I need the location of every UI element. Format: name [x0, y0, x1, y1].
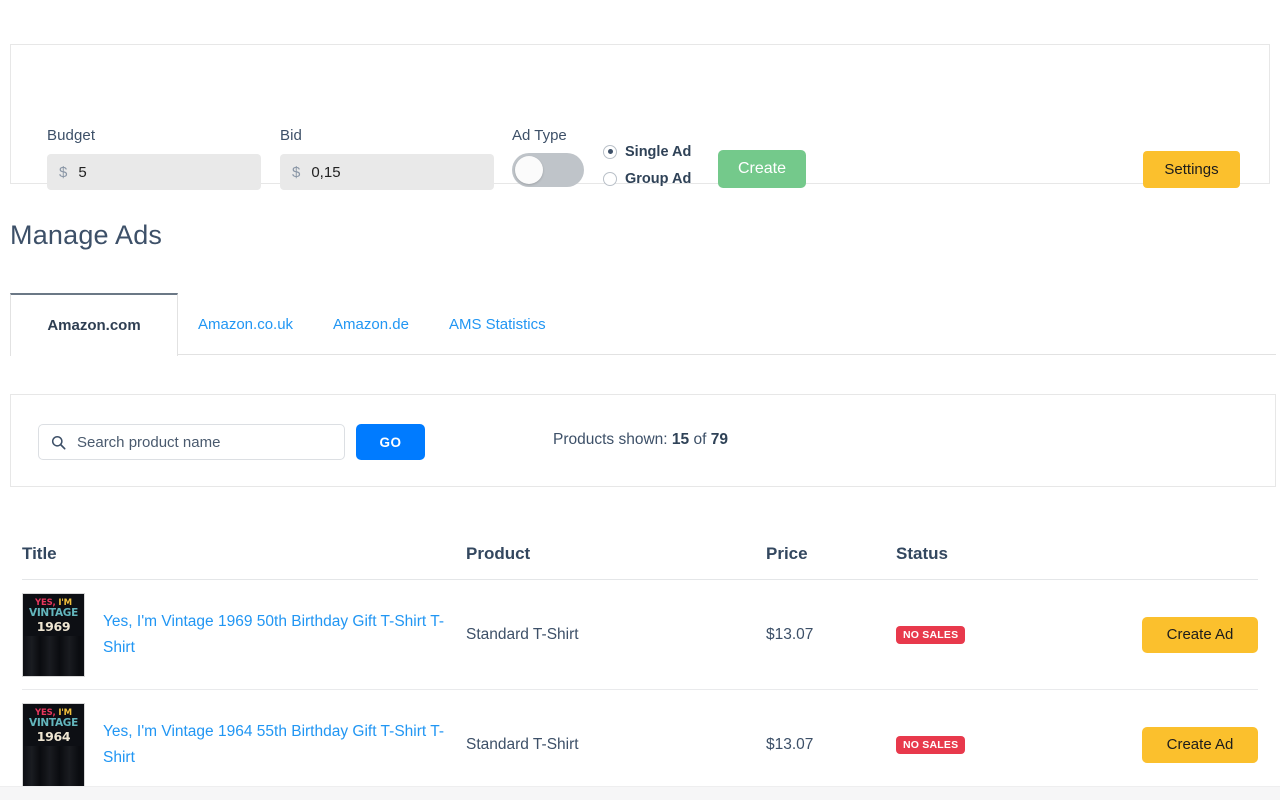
bid-field-group: Bid $ 0,15: [280, 127, 494, 190]
tab-amazon-com[interactable]: Amazon.com: [10, 293, 178, 356]
cell-title: YES, I'M VINTAGE 1969 Yes, I'm Vintage 1…: [22, 592, 466, 677]
settings-button[interactable]: Settings: [1143, 151, 1240, 188]
ad-scope-radio-group: Single Ad Group Ad: [603, 141, 691, 195]
budget-value: 5: [78, 163, 87, 181]
table-row: YES, I'M VINTAGE 1964 Yes, I'm Vintage 1…: [22, 690, 1258, 800]
column-header-product: Product: [466, 543, 531, 563]
cell-status: NO SALES: [896, 625, 1121, 644]
product-title-link[interactable]: Yes, I'm Vintage 1969 50th Birthday Gift…: [103, 609, 448, 659]
ad-type-label: Ad Type: [512, 127, 567, 144]
budget-field-group: Budget $ 5: [47, 127, 261, 190]
products-shown-prefix: Products shown:: [553, 431, 672, 448]
tab-ams-statistics[interactable]: AMS Statistics: [429, 293, 566, 355]
search-input[interactable]: [75, 432, 332, 452]
cell-product: Standard T-Shirt: [466, 625, 579, 643]
ad-settings-panel: Budget $ 5 Bid $ 0,15 Ad Type Single Ad: [10, 44, 1270, 190]
thumbnail-line-1a: YES,: [35, 707, 56, 718]
radio-group-ad-label: Group Ad: [625, 170, 692, 187]
search-input-wrapper[interactable]: [38, 424, 345, 460]
thumbnail-line-1: YES, I'M: [35, 597, 72, 608]
tab-amazon-de[interactable]: Amazon.de: [313, 293, 429, 355]
thumbnail-line-2: VINTAGE: [29, 717, 78, 729]
radio-single-ad-label: Single Ad: [625, 143, 692, 160]
radio-group-ad-icon: [603, 171, 617, 186]
cell-action: Create Ad: [1121, 616, 1258, 653]
cell-action: Create Ad: [1121, 726, 1258, 763]
marketplace-tabs: Amazon.com Amazon.co.uk Amazon.de AMS St…: [10, 293, 1276, 356]
thumbnail-line-1b: I'M: [55, 597, 72, 608]
radio-single-ad-icon: [603, 144, 617, 159]
radio-option-group-ad[interactable]: Group Ad: [603, 168, 691, 189]
budget-input[interactable]: $ 5: [47, 154, 261, 190]
manage-ads-page: Budget $ 5 Bid $ 0,15 Ad Type Single Ad: [0, 0, 1280, 800]
create-ad-button[interactable]: Create Ad: [1142, 726, 1258, 763]
cell-product: Standard T-Shirt: [466, 735, 579, 753]
column-header-price: Price: [766, 543, 808, 563]
products-shown-count: Products shown: 15 of 79: [553, 431, 728, 449]
tab-amazon-co-uk[interactable]: Amazon.co.uk: [178, 293, 313, 355]
page-title: Manage Ads: [10, 220, 163, 250]
products-shown-value: 15: [671, 431, 690, 448]
thumbnail-line-3: 1969: [36, 619, 71, 635]
toggle-knob: [515, 156, 543, 184]
product-search-panel: GO Products shown: 15 of 79: [10, 394, 1276, 487]
products-shown-middle: of: [689, 431, 711, 448]
ad-type-group: Ad Type: [512, 127, 584, 187]
thumbnail-line-1a: YES,: [35, 597, 56, 608]
column-header-status: Status: [896, 543, 948, 563]
cell-price: $13.07: [766, 735, 814, 753]
product-thumbnail: YES, I'M VINTAGE 1964: [22, 702, 85, 787]
budget-currency-symbol: $: [59, 163, 68, 181]
status-badge: NO SALES: [896, 736, 966, 754]
bid-input[interactable]: $ 0,15: [280, 154, 494, 190]
products-table: Title Product Price Status YES, I'M VINT…: [22, 528, 1258, 800]
table-header-row: Title Product Price Status: [22, 528, 1258, 580]
cell-title: YES, I'M VINTAGE 1964 Yes, I'm Vintage 1…: [22, 702, 466, 787]
bid-currency-symbol: $: [292, 163, 301, 181]
page-bottom-edge: [0, 786, 1280, 800]
status-badge: NO SALES: [896, 626, 966, 644]
column-header-title: Title: [22, 543, 57, 563]
bid-label: Bid: [280, 127, 302, 144]
radio-option-single-ad[interactable]: Single Ad: [603, 141, 691, 162]
thumbnail-fabric-folds: [23, 745, 84, 786]
product-title-link[interactable]: Yes, I'm Vintage 1964 55th Birthday Gift…: [103, 719, 448, 769]
product-thumbnail: YES, I'M VINTAGE 1969: [22, 592, 85, 677]
search-icon: [51, 435, 66, 450]
bid-value: 0,15: [311, 163, 341, 181]
create-ad-button[interactable]: Create Ad: [1142, 616, 1258, 653]
create-button[interactable]: Create: [718, 150, 806, 188]
cell-status: NO SALES: [896, 735, 1121, 754]
thumbnail-line-2: VINTAGE: [29, 607, 78, 619]
table-row: YES, I'M VINTAGE 1969 Yes, I'm Vintage 1…: [22, 580, 1258, 690]
budget-label: Budget: [47, 127, 96, 144]
products-total-value: 79: [710, 431, 728, 448]
ad-type-toggle[interactable]: [512, 153, 584, 187]
search-go-button[interactable]: GO: [356, 424, 425, 460]
thumbnail-fabric-folds: [23, 635, 84, 676]
cell-price: $13.07: [766, 625, 814, 643]
thumbnail-line-1b: I'M: [55, 707, 72, 718]
thumbnail-line-3: 1964: [36, 729, 71, 745]
thumbnail-line-1: YES, I'M: [35, 707, 72, 718]
